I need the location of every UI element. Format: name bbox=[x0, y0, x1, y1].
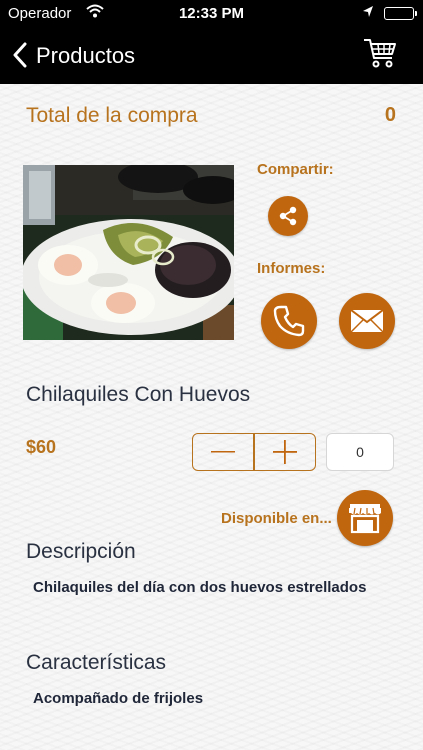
store-icon bbox=[349, 504, 381, 534]
location-arrow-icon bbox=[362, 5, 374, 23]
status-bar: Operador 12:33 PM bbox=[0, 0, 423, 28]
purchase-total-value: 0 bbox=[384, 104, 396, 126]
info-label: Informes: bbox=[257, 260, 326, 277]
email-button[interactable] bbox=[339, 293, 395, 349]
features-heading: Características bbox=[26, 651, 167, 674]
product-price: $60 bbox=[26, 437, 57, 457]
phone-icon bbox=[273, 305, 305, 337]
status-time: 12:33 PM bbox=[178, 5, 245, 22]
cart-icon bbox=[364, 39, 396, 68]
description-heading: Descripción bbox=[26, 540, 136, 563]
navigation-bar: Productos bbox=[0, 28, 423, 84]
decrement-button[interactable] bbox=[193, 434, 253, 470]
back-button-label: Productos bbox=[36, 43, 136, 68]
purchase-total-label: Total de la compra bbox=[26, 104, 198, 127]
description-text: Chilaquiles del día con dos huevos estre… bbox=[33, 579, 367, 596]
battery-icon bbox=[384, 7, 417, 20]
cart-button[interactable] bbox=[362, 36, 402, 76]
product-photo bbox=[23, 165, 234, 340]
back-button[interactable]: Productos bbox=[8, 38, 158, 74]
share-label: Compartir: bbox=[257, 161, 334, 178]
product-name: Chilaquiles Con Huevos bbox=[26, 383, 251, 406]
features-text: Acompañado de frijoles bbox=[33, 690, 204, 707]
quantity-stepper bbox=[192, 433, 316, 471]
share-icon bbox=[279, 206, 297, 226]
share-button[interactable] bbox=[268, 196, 308, 236]
mail-icon bbox=[350, 309, 384, 333]
plus-icon bbox=[272, 440, 297, 464]
store-button[interactable] bbox=[337, 490, 393, 546]
minus-icon bbox=[211, 451, 236, 453]
quantity-field[interactable] bbox=[326, 433, 394, 471]
available-label: Disponible en... bbox=[221, 510, 332, 527]
call-button[interactable] bbox=[261, 293, 317, 349]
increment-button[interactable] bbox=[255, 434, 315, 470]
chevron-left-icon bbox=[13, 42, 27, 68]
